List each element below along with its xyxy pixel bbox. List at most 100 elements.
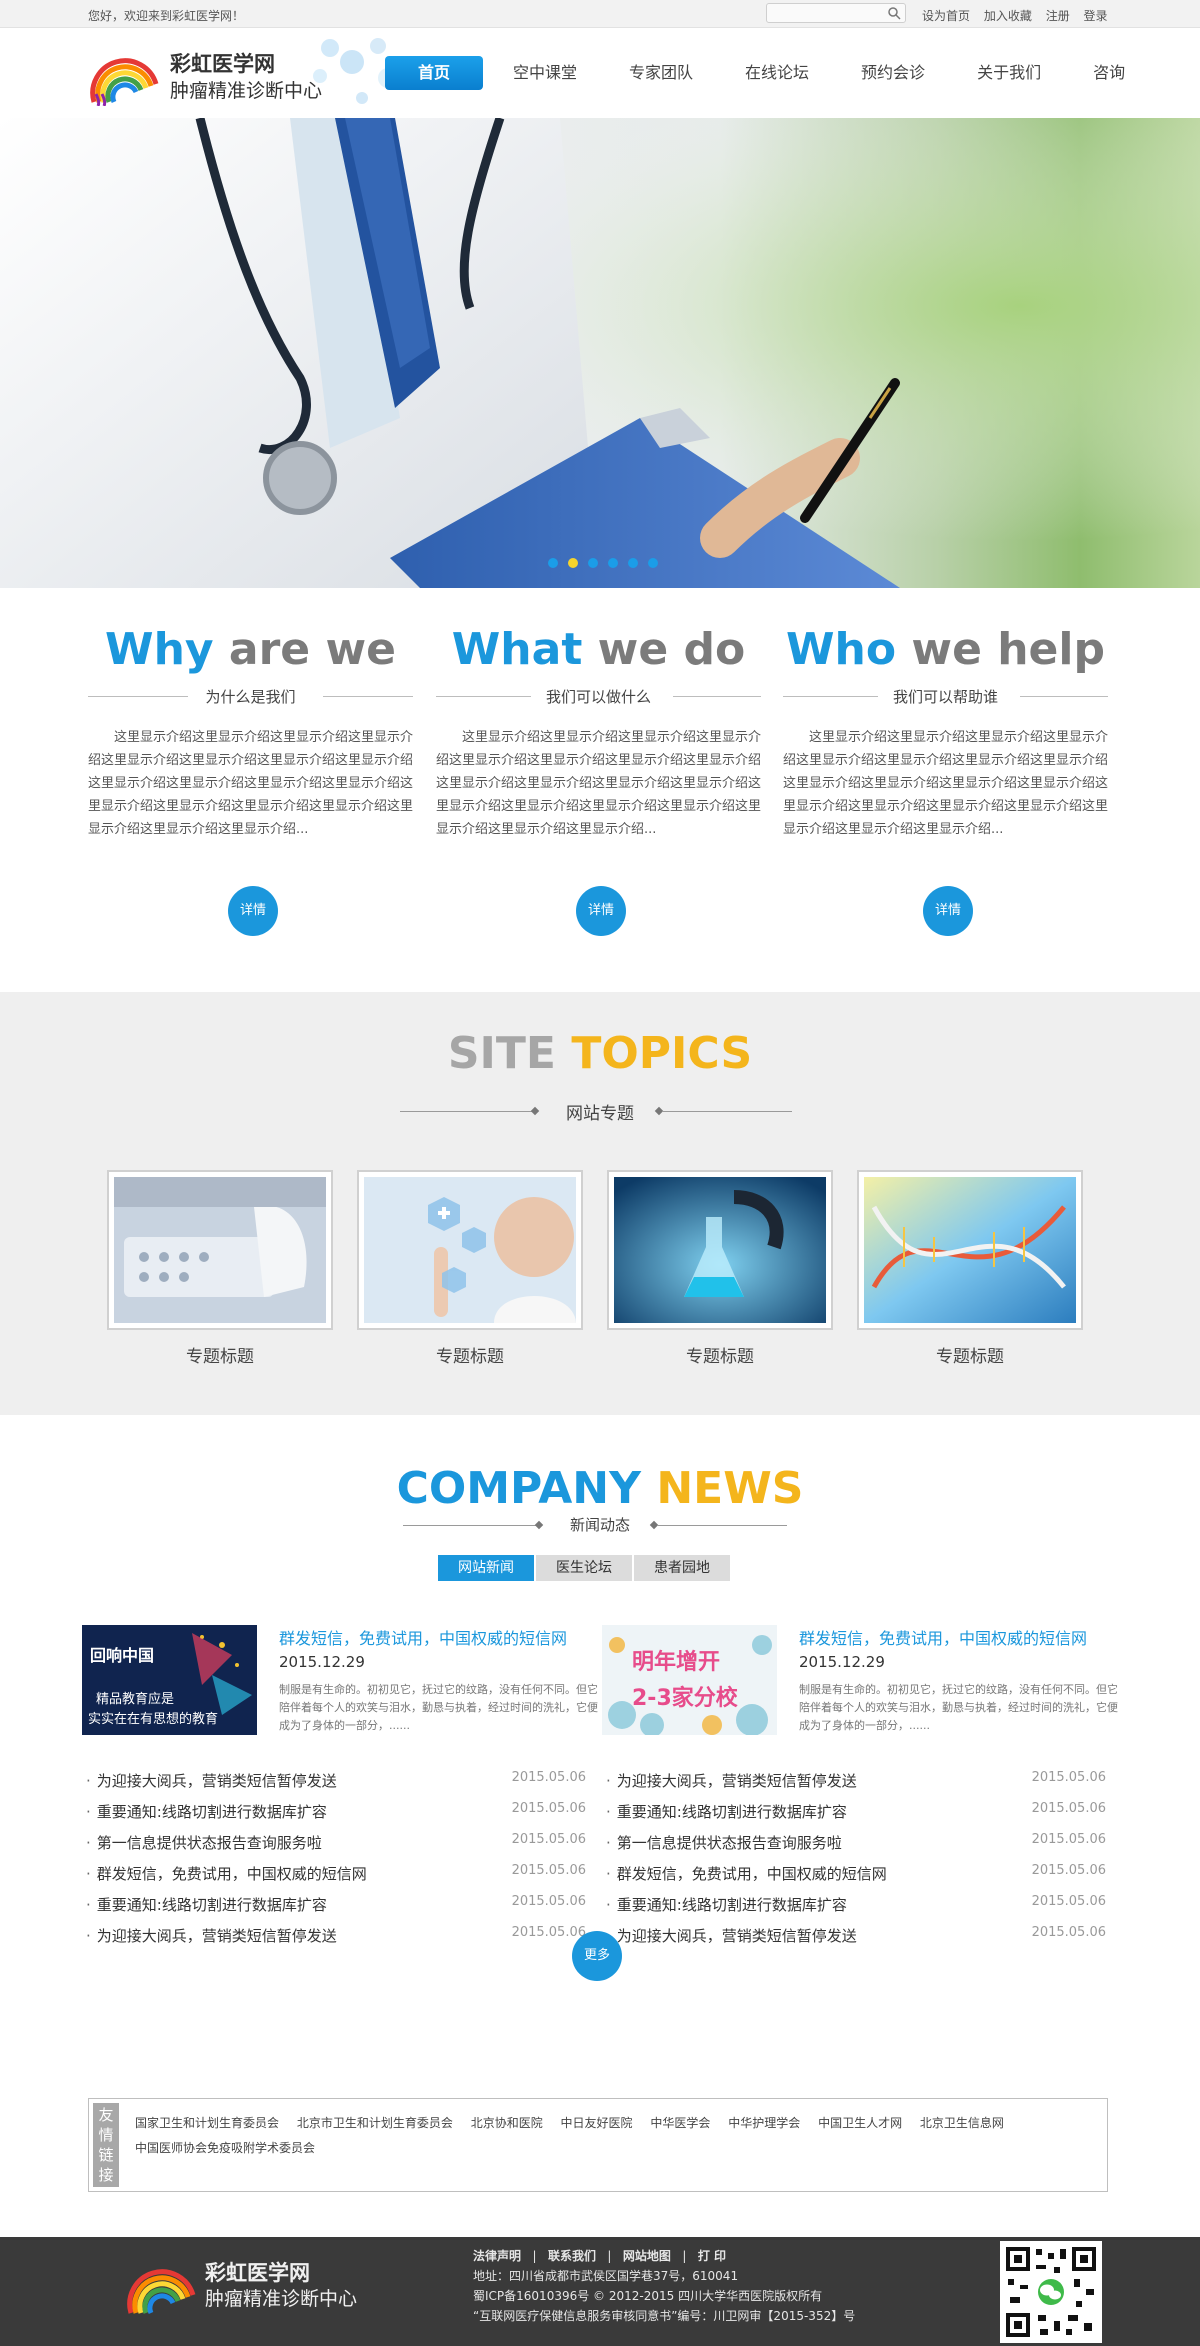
news-item-title[interactable]: 重要通知:线路切割进行数据库扩容 bbox=[606, 1801, 847, 1822]
news-item-title[interactable]: 为迎接大阅兵，营销类短信暂停发送 bbox=[606, 1770, 857, 1791]
featured-news-title[interactable]: 群发短信，免费试用，中国权威的短信网 bbox=[279, 1625, 567, 1649]
news-item-title[interactable]: 第一信息提供状态报告查询服务啦 bbox=[606, 1832, 842, 1853]
top-links: 设为首页 加入收藏 注册 登录 bbox=[922, 7, 1118, 24]
why-details-button[interactable]: 详情 bbox=[228, 886, 278, 936]
news-item-title[interactable]: 为迎接大阅兵，营销类短信暂停发送 bbox=[86, 1925, 337, 1946]
topic-card[interactable]: 专题标题 bbox=[107, 1170, 333, 1367]
topic-frame bbox=[357, 1170, 583, 1330]
nav-online-forum[interactable]: 在线论坛 bbox=[723, 56, 831, 90]
footer-links: 法律声明 | 联系我们 | 网站地图 | 打 印 bbox=[473, 2249, 727, 2263]
friend-link[interactable]: 北京卫生信息网 bbox=[920, 2116, 1004, 2130]
footer-brand-name: 彩虹医学网 bbox=[205, 2261, 310, 2285]
list-item[interactable]: 群发短信，免费试用，中国权威的短信网 2015.05.06 bbox=[606, 1860, 1106, 1891]
list-item[interactable]: 为迎接大阅兵，营销类短信暂停发送 2015.05.06 bbox=[86, 1767, 586, 1798]
search-box[interactable] bbox=[766, 3, 906, 23]
friend-link[interactable]: 北京协和医院 bbox=[471, 2116, 543, 2130]
banner-dot[interactable] bbox=[588, 558, 598, 568]
contact-us-link[interactable]: 联系我们 bbox=[548, 2249, 596, 2263]
sitemap-link[interactable]: 网站地图 bbox=[623, 2249, 671, 2263]
list-item[interactable]: 重要通知:线路切割进行数据库扩容 2015.05.06 bbox=[606, 1891, 1106, 1922]
list-item[interactable]: 群发短信，免费试用，中国权威的短信网 2015.05.06 bbox=[86, 1860, 586, 1891]
footer-license: “互联网医疗保健信息服务审核同意书”编号：川卫网审【2015-352】号 bbox=[473, 2309, 856, 2323]
dna-image bbox=[864, 1177, 1076, 1323]
friend-link[interactable]: 国家卫生和计划生育委员会 bbox=[135, 2116, 279, 2130]
featured-news-title[interactable]: 群发短信，免费试用，中国权威的短信网 bbox=[799, 1625, 1087, 1649]
friend-link[interactable]: 中华护理学会 bbox=[728, 2116, 800, 2130]
news-item-title[interactable]: 群发短信，免费试用，中国权威的短信网 bbox=[86, 1863, 367, 1884]
medical-touch-image bbox=[364, 1177, 576, 1323]
friend-links-list: 国家卫生和计划生育委员会 北京市卫生和计划生育委员会 北京协和医院 中日友好医院… bbox=[135, 2111, 1095, 2161]
topic-title[interactable]: 专题标题 bbox=[357, 1342, 583, 1367]
news-item-date: 2015.05.06 bbox=[1031, 1863, 1106, 1878]
add-favorite-link[interactable]: 加入收藏 bbox=[984, 9, 1032, 23]
list-item[interactable]: 第一信息提供状态报告查询服务啦 2015.05.06 bbox=[86, 1829, 586, 1860]
label-char: 链 bbox=[98, 2146, 114, 2164]
list-item[interactable]: 重要通知:线路切割进行数据库扩容 2015.05.06 bbox=[86, 1891, 586, 1922]
featured-news-image[interactable]: 回响中国 精品教育应是 实实在在有思想的教育 bbox=[82, 1625, 257, 1735]
topic-frame bbox=[607, 1170, 833, 1330]
more-news-button[interactable]: 更多 bbox=[572, 1931, 622, 1981]
banner-dot[interactable] bbox=[548, 558, 558, 568]
tab-doctor-forum[interactable]: 医生论坛 bbox=[536, 1555, 632, 1581]
banner-dot-active[interactable] bbox=[568, 558, 578, 568]
list-item[interactable]: 重要通知:线路切割进行数据库扩容 2015.05.06 bbox=[606, 1798, 1106, 1829]
tab-patient-corner[interactable]: 患者园地 bbox=[634, 1555, 730, 1581]
hero-banner[interactable] bbox=[0, 118, 1200, 588]
label-char: 友 bbox=[98, 2106, 114, 2124]
news-item-title[interactable]: 重要通知:线路切割进行数据库扩容 bbox=[606, 1894, 847, 1915]
print-link[interactable]: 打 印 bbox=[698, 2249, 726, 2263]
list-item[interactable]: 为迎接大阅兵，营销类短信暂停发送 2015.05.06 bbox=[606, 1767, 1106, 1798]
friend-link[interactable]: 中国医师协会免疫吸附学术委员会 bbox=[135, 2141, 315, 2155]
footer-logo[interactable]: 彩虹医学网 肿瘤精准诊断中心 bbox=[125, 2251, 375, 2321]
rainbow-logo-icon bbox=[90, 58, 159, 106]
what-details-button[interactable]: 详情 bbox=[576, 886, 626, 936]
topic-title[interactable]: 专题标题 bbox=[857, 1342, 1083, 1367]
nav-consultation-booking[interactable]: 预约会诊 bbox=[839, 56, 947, 90]
news-item-title[interactable]: 为迎接大阅兵，营销类短信暂停发送 bbox=[606, 1925, 857, 1946]
featured-image-badge: 回响中国 bbox=[90, 1646, 154, 1665]
list-item[interactable]: 第一信息提供状态报告查询服务啦 2015.05.06 bbox=[606, 1829, 1106, 1860]
search-input[interactable] bbox=[767, 4, 882, 22]
doctor-banner-image bbox=[0, 118, 1200, 588]
topic-card[interactable]: 专题标题 bbox=[357, 1170, 583, 1367]
news-item-title[interactable]: 重要通知:线路切割进行数据库扩容 bbox=[86, 1801, 327, 1822]
topic-card[interactable]: 专题标题 bbox=[607, 1170, 833, 1367]
list-item[interactable]: 为迎接大阅兵，营销类短信暂停发送 2015.05.06 bbox=[606, 1922, 1106, 1953]
banner-dot[interactable] bbox=[648, 558, 658, 568]
nav-about-us[interactable]: 关于我们 bbox=[955, 56, 1063, 90]
list-item[interactable]: 为迎接大阅兵，营销类短信暂停发送 2015.05.06 bbox=[86, 1922, 586, 1953]
section-title: SITE TOPICS bbox=[447, 1028, 753, 1079]
news-item-title[interactable]: 第一信息提供状态报告查询服务啦 bbox=[86, 1832, 322, 1853]
friend-link[interactable]: 中日友好医院 bbox=[561, 2116, 633, 2130]
login-link[interactable]: 登录 bbox=[1084, 9, 1108, 23]
list-item[interactable]: 重要通知:线路切割进行数据库扩容 2015.05.06 bbox=[86, 1798, 586, 1829]
nav-air-classroom[interactable]: 空中课堂 bbox=[491, 56, 599, 90]
column-description: 这里显示介绍这里显示介绍这里显示介绍这里显示介绍这里显示介绍这里显示介绍这里显示… bbox=[783, 730, 1109, 837]
nav-inquiry[interactable]: 咨询 bbox=[1071, 56, 1147, 90]
search-icon[interactable] bbox=[887, 6, 901, 20]
topic-title[interactable]: 专题标题 bbox=[607, 1342, 833, 1367]
friend-link[interactable]: 中华医学会 bbox=[650, 2116, 710, 2130]
nav-home[interactable]: 首页 bbox=[385, 56, 483, 90]
set-homepage-link[interactable]: 设为首页 bbox=[922, 9, 970, 23]
who-details-button[interactable]: 详情 bbox=[923, 886, 973, 936]
topic-card[interactable]: 专题标题 bbox=[857, 1170, 1083, 1367]
banner-pagination bbox=[548, 558, 668, 568]
news-item-title[interactable]: 为迎接大阅兵，营销类短信暂停发送 bbox=[86, 1770, 337, 1791]
banner-dot[interactable] bbox=[608, 558, 618, 568]
footer-info: 法律声明 | 联系我们 | 网站地图 | 打 印 地址：四川省成都市武侯区国学巷… bbox=[473, 2246, 855, 2326]
news-item-title[interactable]: 群发短信，免费试用，中国权威的短信网 bbox=[606, 1863, 887, 1884]
news-item-title[interactable]: 重要通知:线路切割进行数据库扩容 bbox=[86, 1894, 327, 1915]
legal-notice-link[interactable]: 法律声明 bbox=[473, 2249, 521, 2263]
site-header: 彩虹医学网 肿瘤精准诊断中心 首页 空中课堂 专家团队 在线论坛 预约会诊 关于… bbox=[0, 28, 1200, 118]
featured-news-date: 2015.12.29 bbox=[799, 1653, 885, 1671]
topic-title[interactable]: 专题标题 bbox=[107, 1342, 333, 1367]
featured-news-image[interactable]: 明年增开 2-3家分校 bbox=[602, 1625, 777, 1735]
banner-dot[interactable] bbox=[628, 558, 638, 568]
friend-link[interactable]: 中国卫生人才网 bbox=[818, 2116, 902, 2130]
register-link[interactable]: 注册 bbox=[1046, 9, 1070, 23]
news-item-date: 2015.05.06 bbox=[1031, 1801, 1106, 1816]
friend-link[interactable]: 北京市卫生和计划生育委员会 bbox=[297, 2116, 453, 2130]
nav-expert-team[interactable]: 专家团队 bbox=[607, 56, 715, 90]
tab-site-news[interactable]: 网站新闻 bbox=[438, 1555, 534, 1581]
